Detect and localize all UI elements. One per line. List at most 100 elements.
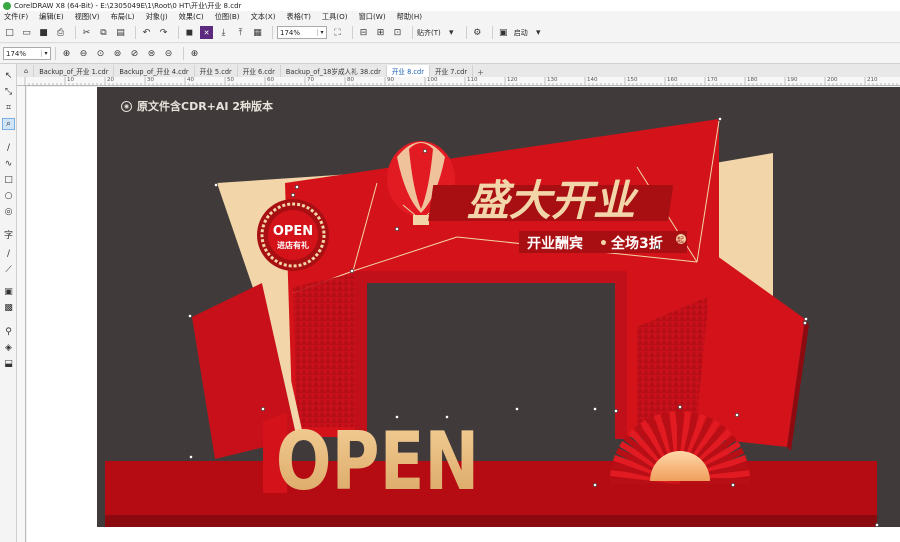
full-screen-icon[interactable]: ⛶ <box>331 26 344 39</box>
zoom-level-select[interactable]: 174% ▾ <box>277 26 327 39</box>
menu-edit[interactable]: 编辑(E) <box>39 12 64 22</box>
doc-tab[interactable]: 开业 7.cdr <box>430 65 474 77</box>
save-icon[interactable]: ■ <box>37 26 50 39</box>
text-tool-icon[interactable]: 字 <box>2 228 15 241</box>
ruler-label: 130 <box>547 77 558 83</box>
shape-tool-icon[interactable]: ⤡ <box>2 86 15 98</box>
notice-text: ◉ 原文件含CDR+AI 2种版本 <box>121 98 273 114</box>
paste-icon[interactable]: ▤ <box>114 26 127 39</box>
rectangle-tool-icon[interactable]: □ <box>2 174 15 186</box>
publish-pdf-icon[interactable]: ▦ <box>251 26 264 39</box>
menu-layout[interactable]: 布局(L) <box>111 12 135 22</box>
horizontal-ruler[interactable]: 10 20 30 40 50 60 70 80 90 100 110 120 130 140 150 160 1… <box>17 77 900 86</box>
interactive-fill-tool-icon[interactable]: ◈ <box>2 342 15 354</box>
export-icon[interactable]: ⤒ <box>234 26 247 39</box>
menu-help[interactable]: 帮助(H) <box>397 12 422 22</box>
ruler-label: 210 <box>867 77 878 83</box>
menu-window[interactable]: 窗口(W) <box>359 12 386 22</box>
smart-fill-tool-icon[interactable]: ⬓ <box>2 358 15 370</box>
options-gear-icon[interactable]: ⚙ <box>471 26 484 39</box>
menu-tools[interactable]: 工具(O) <box>322 12 348 22</box>
connector-tool-icon[interactable]: ⟋ <box>2 264 15 276</box>
property-zoom-select[interactable]: 174% ▾ <box>3 47 51 60</box>
home-icon[interactable]: ⌂ <box>19 65 35 77</box>
chevron-down-icon: ▾ <box>317 29 326 36</box>
menu-effects[interactable]: 效果(C) <box>179 12 204 22</box>
menu-text[interactable]: 文本(X) <box>251 12 276 22</box>
zoom-all-objects-icon[interactable]: ⊚ <box>111 47 124 60</box>
artwork: 盛大开业 开业酬宾 • 全场3折 起 OPEN 进店有礼 OPEN <box>105 117 879 527</box>
show-grid-icon[interactable]: ⊞ <box>374 26 387 39</box>
big-open-word: OPEN <box>263 413 479 509</box>
title-bar: CorelDRAW X8 (64-Bit) - E:\2305049E\1\Ro… <box>0 0 900 11</box>
ruler-label: 90 <box>387 77 394 83</box>
zoom-page-width-icon[interactable]: ⊜ <box>145 47 158 60</box>
pick-tool-icon[interactable]: ↖ <box>2 70 15 82</box>
show-guidelines-icon[interactable]: ⊡ <box>391 26 404 39</box>
redo-icon[interactable]: ↷ <box>157 26 170 39</box>
show-rulers-icon[interactable]: ⊟ <box>357 26 370 39</box>
zoom-page-height-icon[interactable]: ⊝ <box>162 47 175 60</box>
zoom-tool-icon[interactable]: ⌕ <box>2 118 15 130</box>
freehand-tool-icon[interactable]: ∕ <box>2 142 15 154</box>
subline-dot: • <box>599 236 608 252</box>
artboard[interactable]: 盛大开业 开业酬宾 • 全场3折 起 OPEN 进店有礼 OPEN ◉ 原文件含… <box>97 87 900 527</box>
stage-top <box>105 461 877 515</box>
menu-object[interactable]: 对象(J) <box>146 12 168 22</box>
ruler-label: 10 <box>67 77 74 83</box>
menu-view[interactable]: 视图(V) <box>75 12 100 22</box>
crop-tool-icon[interactable]: ⌗ <box>2 102 15 114</box>
corel-connect-icon[interactable]: ✕ <box>200 26 213 39</box>
side-panel-right <box>695 253 805 447</box>
transparency-tool-icon[interactable]: ▩ <box>2 302 15 314</box>
artistic-media-tool-icon[interactable]: ∿ <box>2 158 15 170</box>
doc-tab[interactable]: 开业 5.cdr <box>195 65 238 77</box>
undo-icon[interactable]: ↶ <box>140 26 153 39</box>
copy-icon[interactable]: ⧉ <box>97 26 110 39</box>
ellipse-tool-icon[interactable]: ○ <box>2 190 15 202</box>
menu-bitmaps[interactable]: 位图(B) <box>215 12 240 22</box>
zoom-out-icon[interactable]: ⊖ <box>77 47 90 60</box>
drop-shadow-tool-icon[interactable]: ▣ <box>2 286 15 298</box>
doc-tab[interactable]: Backup_of_开业 4.cdr <box>114 65 195 77</box>
search-content-icon[interactable]: ◼ <box>183 26 196 39</box>
property-bar: 174% ▾ ⊕ ⊖ ⊙ ⊚ ⊘ ⊜ ⊝ ⊕ <box>0 44 900 64</box>
menu-bar: 文件(F) 编辑(E) 视图(V) 布局(L) 对象(J) 效果(C) 位图(B… <box>0 11 900 23</box>
zoom-page-icon[interactable]: ⊘ <box>128 47 141 60</box>
doc-tab[interactable]: Backup_of_开业 1.cdr <box>34 65 115 77</box>
new-document-icon[interactable]: □ <box>3 26 16 39</box>
drawing-workspace[interactable]: 盛大开业 开业酬宾 • 全场3折 起 OPEN 进店有礼 OPEN ◉ 原文件含… <box>27 87 900 542</box>
zoom-selected-icon[interactable]: ⊙ <box>94 47 107 60</box>
subline-badge: 起 <box>677 236 684 244</box>
new-tab-plus-icon[interactable]: + <box>473 68 488 77</box>
ruler-label: 160 <box>667 77 678 83</box>
doc-tab-active[interactable]: 开业 8.cdr <box>386 65 430 77</box>
chevron-down-icon[interactable]: ▾ <box>532 26 545 39</box>
chevron-down-icon[interactable]: ▾ <box>445 26 458 39</box>
texture-left <box>293 273 357 427</box>
stage-front <box>105 515 877 527</box>
ruler-label: 110 <box>467 77 478 83</box>
doc-tab[interactable]: 开业 6.cdr <box>238 65 281 77</box>
import-icon[interactable]: ⤓ <box>217 26 230 39</box>
open-badge: OPEN 进店有礼 <box>257 199 329 271</box>
print-icon[interactable]: ⎙ <box>54 26 67 39</box>
launch-menu[interactable]: 启动 <box>514 28 528 38</box>
cut-icon[interactable]: ✂ <box>80 26 93 39</box>
menu-file[interactable]: 文件(F) <box>4 12 28 22</box>
menu-table[interactable]: 表格(T) <box>287 12 311 22</box>
color-eyedropper-tool-icon[interactable]: ⚲ <box>2 326 15 338</box>
launch-icon[interactable]: ▣ <box>497 26 510 39</box>
big-open-text: OPEN <box>276 416 480 509</box>
open-icon[interactable]: ▭ <box>20 26 33 39</box>
add-icon[interactable]: ⊕ <box>188 47 201 60</box>
zoom-in-icon[interactable]: ⊕ <box>60 47 73 60</box>
polygon-tool-icon[interactable]: ◎ <box>2 206 15 218</box>
ruler-label: 170 <box>707 77 718 83</box>
snap-to-menu[interactable]: 贴齐(T) <box>417 28 441 38</box>
doc-tab[interactable]: Backup_of_18岁成人礼 38.cdr <box>281 65 387 77</box>
parallel-dimension-tool-icon[interactable]: ∕ <box>2 248 15 260</box>
document-tabs: ⌂ Backup_of_开业 1.cdr Backup_of_开业 4.cdr … <box>17 64 900 77</box>
vertical-ruler[interactable] <box>17 86 26 542</box>
ruler-label: 200 <box>827 77 838 83</box>
